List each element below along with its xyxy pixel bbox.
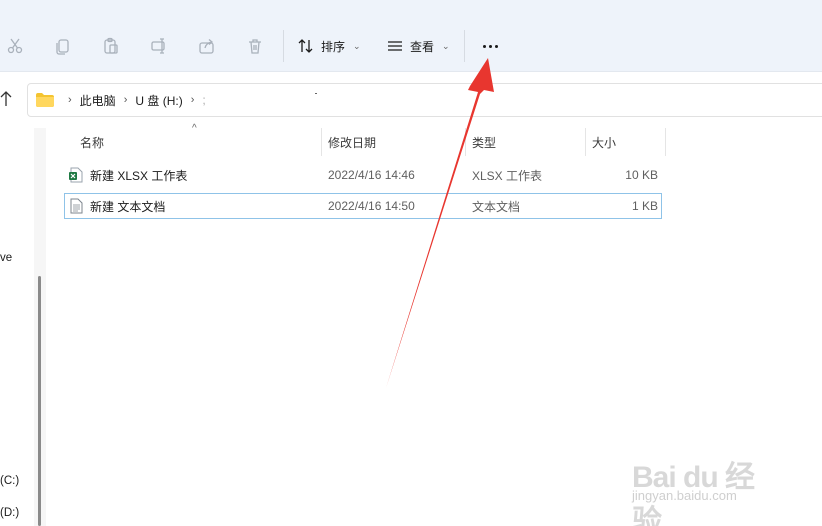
column-header-size[interactable]: 大小 (592, 128, 616, 156)
file-date: 2022/4/16 14:46 (328, 168, 415, 182)
separator (464, 30, 465, 62)
sort-icon (298, 39, 313, 53)
column-header-type[interactable]: 类型 (472, 128, 496, 156)
column-header-date[interactable]: 修改日期 (328, 128, 376, 156)
file-size: 1 KB (631, 199, 658, 213)
file-date: 2022/4/16 14:50 (328, 199, 415, 213)
view-button[interactable]: 查看 ⌄ (386, 35, 450, 57)
view-list-icon (388, 41, 402, 51)
up-arrow-icon[interactable] (0, 90, 16, 108)
breadcrumb-usb-drive[interactable]: U 盘 (H:) (135, 92, 182, 109)
column-divider[interactable] (465, 128, 466, 156)
chevron-down-icon: ⌄ (442, 40, 450, 51)
more-options-button[interactable] (478, 36, 502, 56)
sort-button[interactable]: 排序 ⌄ (297, 35, 361, 57)
chevron-down-icon: ⌄ (353, 40, 361, 51)
file-name-cell: 新建 文本文档 (68, 193, 165, 219)
delete-icon[interactable] (245, 36, 265, 56)
excel-file-icon (69, 167, 83, 183)
dot (488, 44, 492, 48)
dot (482, 44, 486, 48)
text-file-icon (70, 198, 83, 214)
annotation-arrow (386, 58, 494, 388)
dot (494, 44, 498, 48)
breadcrumb-trailing: ; (202, 93, 206, 107)
file-type: 文本文档 (472, 199, 521, 214)
nav-item-drive-d[interactable]: (D:) (0, 507, 19, 519)
sort-ascending-icon: ^ (192, 123, 197, 134)
chevron-right-icon: › (68, 94, 72, 106)
column-header-name[interactable]: 名称 (80, 128, 104, 156)
view-label: 查看 (410, 39, 435, 54)
folder-icon (36, 93, 54, 107)
breadcrumb-this-pc[interactable]: 此电脑 (80, 92, 116, 109)
file-name: 新建 XLSX 工作表 (90, 168, 188, 183)
command-bar: 排序 ⌄ 查看 ⌄ (0, 0, 822, 72)
cut-icon[interactable] (5, 36, 25, 56)
file-name: 新建 文本文档 (90, 199, 166, 214)
file-type: XLSX 工作表 (472, 168, 543, 183)
share-icon[interactable] (197, 36, 217, 56)
separator (283, 30, 284, 62)
nav-scrollbar-thumb[interactable] (38, 276, 41, 526)
nav-item-drive-c[interactable]: (C:) (0, 475, 19, 487)
chevron-right-icon: › (123, 94, 128, 106)
paste-icon[interactable] (101, 36, 121, 56)
file-row-selected[interactable]: 新建 文本文档 2022/4/16 14:50 文本文档 1 KB (64, 193, 662, 219)
nav-item-onedrive[interactable]: ve (0, 252, 12, 264)
sort-label: 排序 (321, 39, 346, 54)
file-name-cell: 新建 XLSX 工作表 (68, 162, 187, 188)
rename-icon[interactable] (149, 36, 169, 56)
column-divider[interactable] (665, 128, 666, 156)
file-size: 10 KB (625, 168, 658, 182)
chevron-right-icon: › (190, 94, 195, 106)
address-bar[interactable]: › 此电脑 › U 盘 (H:) › ; (27, 83, 822, 117)
file-row[interactable]: 新建 XLSX 工作表 2022/4/16 14:46 XLSX 工作表 10 … (64, 162, 662, 188)
column-divider[interactable] (321, 128, 322, 156)
column-divider[interactable] (585, 128, 586, 156)
stray-mark (315, 93, 317, 94)
watermark-url: jingyan.baidu.com (632, 488, 737, 503)
copy-icon[interactable] (53, 36, 73, 56)
baidu-jingyan-watermark: Bai du 经验 jingyan.baidu.com (632, 452, 782, 526)
